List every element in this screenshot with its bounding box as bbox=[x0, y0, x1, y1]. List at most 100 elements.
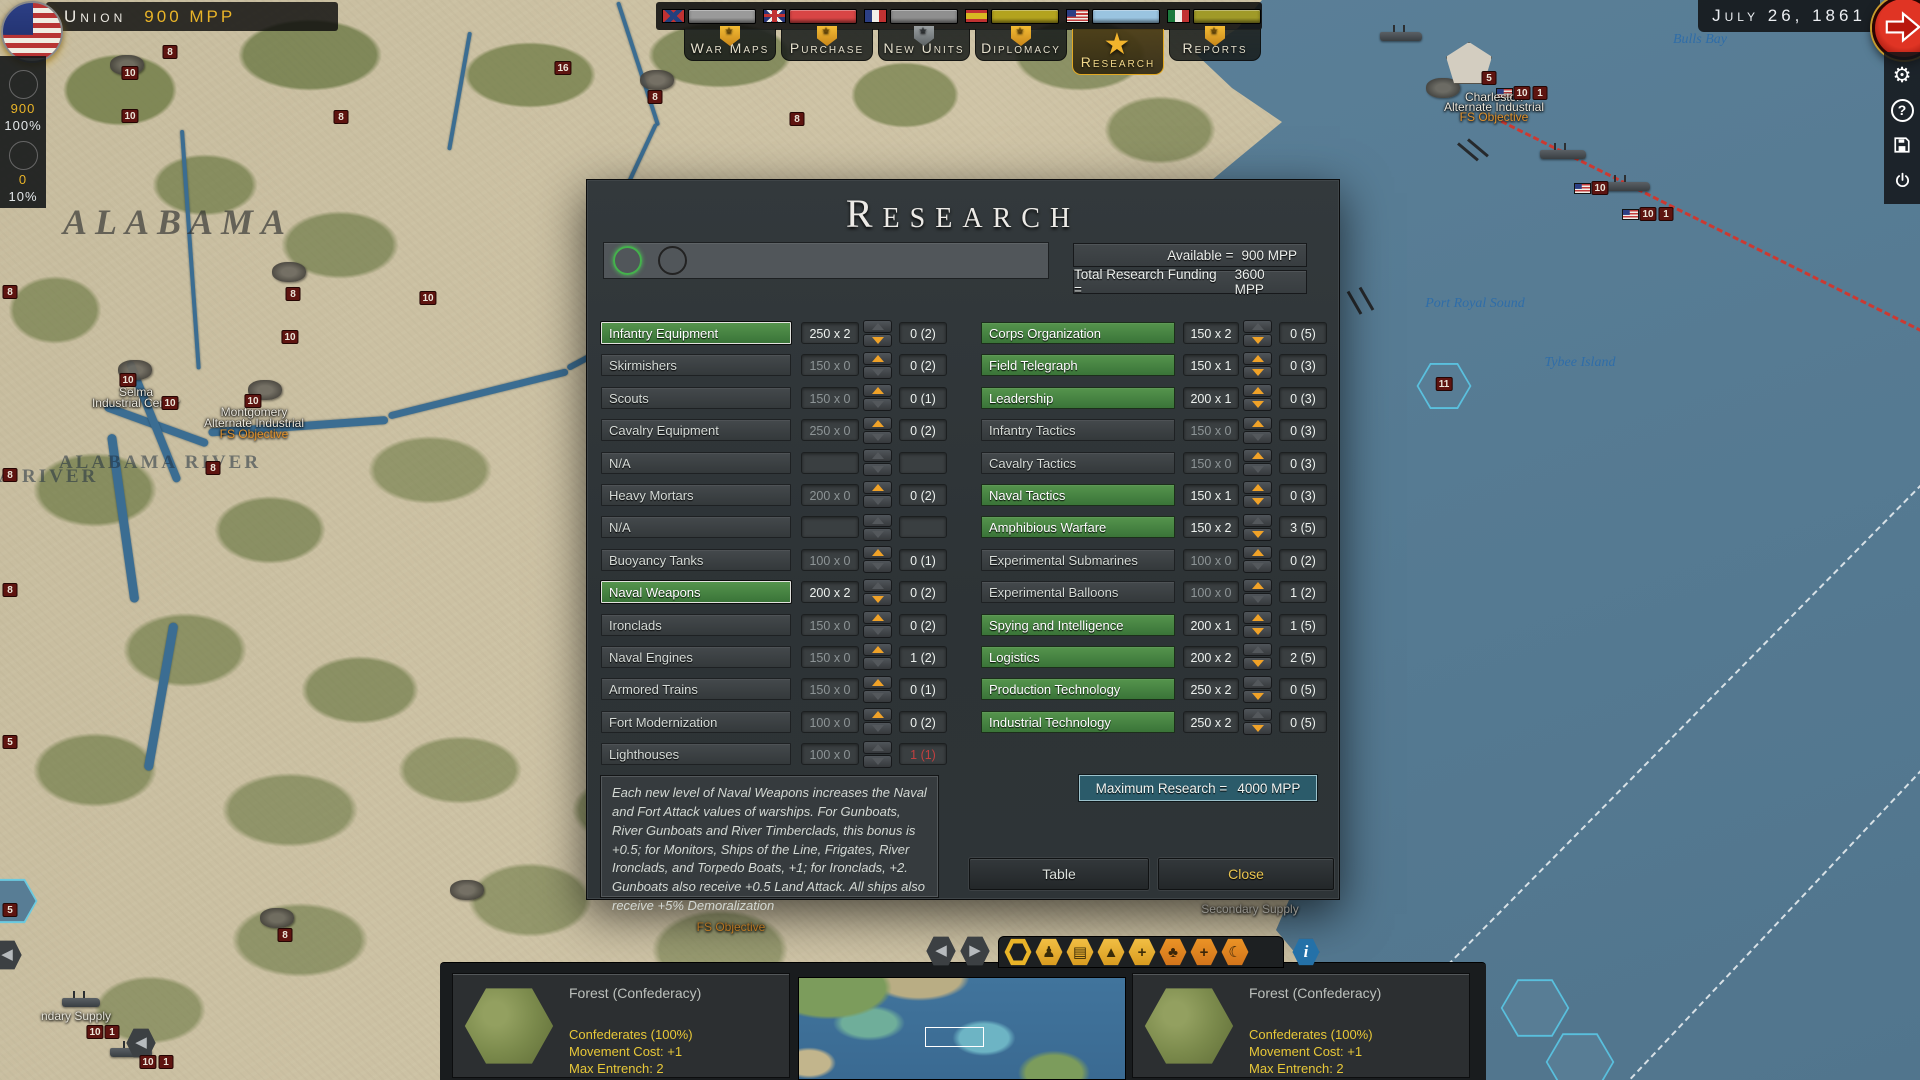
spinner-up-arrow[interactable] bbox=[863, 643, 892, 656]
forest-upgrade-icon[interactable]: ♣ bbox=[1159, 938, 1187, 966]
diplomacy-slot-france[interactable] bbox=[864, 9, 958, 24]
diplomacy-slot-uk[interactable] bbox=[763, 9, 857, 24]
spinner-up-arrow[interactable] bbox=[1243, 579, 1272, 592]
spinner-up-arrow[interactable] bbox=[1243, 352, 1272, 365]
menu-button-reports[interactable]: ★Reports bbox=[1169, 29, 1261, 61]
spinner-up-arrow[interactable] bbox=[1243, 384, 1272, 397]
spinner-up-arrow[interactable] bbox=[863, 579, 892, 592]
tech-label-button[interactable]: Experimental Balloons bbox=[981, 581, 1175, 603]
spinner-down-arrow[interactable] bbox=[863, 528, 892, 541]
spinner-up-arrow[interactable] bbox=[863, 449, 892, 462]
tech-label-button[interactable]: Cavalry Tactics bbox=[981, 452, 1175, 474]
tech-label-button[interactable]: Corps Organization bbox=[981, 322, 1175, 344]
menu-button-new-units[interactable]: ★New Units bbox=[878, 29, 970, 61]
table-button[interactable]: Table bbox=[969, 858, 1149, 890]
spinner-down-arrow[interactable] bbox=[863, 722, 892, 735]
spinner-up-arrow[interactable] bbox=[1243, 643, 1272, 656]
tech-label-button[interactable]: Skirmishers bbox=[601, 354, 791, 376]
mexico-flag-tab[interactable] bbox=[658, 246, 687, 275]
tech-label-button[interactable]: Infantry Equipment bbox=[601, 322, 791, 344]
spinner-up-arrow[interactable] bbox=[863, 676, 892, 689]
spinner-down-arrow[interactable] bbox=[1243, 495, 1272, 508]
spinner-down-arrow[interactable] bbox=[863, 690, 892, 703]
tech-label-button[interactable]: Logistics bbox=[981, 646, 1175, 668]
spinner-down-arrow[interactable] bbox=[1243, 625, 1272, 638]
spinner-down-arrow[interactable] bbox=[863, 755, 892, 768]
usa-flag-tab[interactable] bbox=[613, 246, 642, 275]
spinner-up-arrow[interactable] bbox=[863, 708, 892, 721]
spinner-down-arrow[interactable] bbox=[863, 398, 892, 411]
spinner-down-arrow[interactable] bbox=[1243, 560, 1272, 573]
diplomacy-slot-spain[interactable] bbox=[965, 9, 1059, 24]
tech-label-button[interactable]: Naval Tactics bbox=[981, 484, 1175, 506]
reinforce-icon[interactable]: + bbox=[1128, 938, 1156, 966]
tech-label-button[interactable]: Production Technology bbox=[981, 678, 1175, 700]
elite-reinforce-icon[interactable]: + bbox=[1190, 938, 1218, 966]
spinner-down-arrow[interactable] bbox=[1243, 657, 1272, 670]
spinner-down-arrow[interactable] bbox=[1243, 334, 1272, 347]
spinner-up-arrow[interactable] bbox=[1243, 481, 1272, 494]
upgrade-icon[interactable]: ▲ bbox=[1097, 938, 1125, 966]
tech-label-button[interactable]: Infantry Tactics bbox=[981, 419, 1175, 441]
spinner-up-arrow[interactable] bbox=[863, 481, 892, 494]
hex-select-icon[interactable] bbox=[1004, 938, 1032, 966]
tech-label-button[interactable]: Buoyancy Tanks bbox=[601, 549, 791, 571]
orders-icon[interactable]: ▤ bbox=[1066, 938, 1094, 966]
spinner-down-arrow[interactable] bbox=[863, 625, 892, 638]
tech-label-button[interactable]: Leadership bbox=[981, 387, 1175, 409]
diplomacy-slot-usa[interactable] bbox=[1066, 9, 1160, 24]
spinner-down-arrow[interactable] bbox=[863, 657, 892, 670]
tech-label-button[interactable]: Amphibious Warfare bbox=[981, 516, 1175, 538]
ship-unit[interactable] bbox=[62, 998, 100, 1007]
spinner-down-arrow[interactable] bbox=[863, 495, 892, 508]
spinner-up-arrow[interactable] bbox=[1243, 611, 1272, 624]
diplomacy-slot-mexico[interactable] bbox=[1167, 9, 1261, 24]
faction-flag-icon[interactable] bbox=[1, 1, 63, 63]
spinner-up-arrow[interactable] bbox=[863, 384, 892, 397]
help-icon[interactable]: ? bbox=[1891, 99, 1914, 122]
menu-button-war-maps[interactable]: ★War Maps bbox=[684, 29, 776, 61]
tech-label-button[interactable]: Naval Weapons bbox=[601, 581, 791, 603]
next-unit-button[interactable]: ▶ bbox=[960, 936, 990, 966]
spinner-up-arrow[interactable] bbox=[1243, 449, 1272, 462]
menu-button-diplomacy[interactable]: ★Diplomacy bbox=[975, 29, 1067, 61]
tech-label-button[interactable]: Lighthouses bbox=[601, 743, 791, 765]
spinner-down-arrow[interactable] bbox=[1243, 366, 1272, 379]
spinner-up-arrow[interactable] bbox=[1243, 320, 1272, 333]
spinner-down-arrow[interactable] bbox=[1243, 431, 1272, 444]
tech-label-button[interactable]: Ironclads bbox=[601, 614, 791, 636]
spinner-up-arrow[interactable] bbox=[1243, 417, 1272, 430]
tech-label-button[interactable]: Field Telegraph bbox=[981, 354, 1175, 376]
spinner-down-arrow[interactable] bbox=[1243, 463, 1272, 476]
spinner-up-arrow[interactable] bbox=[863, 514, 892, 527]
menu-button-research[interactable]: ★Research bbox=[1072, 29, 1164, 75]
ship-unit[interactable] bbox=[1380, 32, 1422, 41]
spinner-up-arrow[interactable] bbox=[863, 741, 892, 754]
spinner-up-arrow[interactable] bbox=[863, 546, 892, 559]
tech-label-button[interactable]: Naval Engines bbox=[601, 646, 791, 668]
spinner-up-arrow[interactable] bbox=[863, 320, 892, 333]
spinner-down-arrow[interactable] bbox=[1243, 528, 1272, 541]
save-icon[interactable] bbox=[1890, 133, 1914, 157]
tech-label-button[interactable]: Fort Modernization bbox=[601, 711, 791, 733]
spinner-up-arrow[interactable] bbox=[1243, 514, 1272, 527]
spinner-down-arrow[interactable] bbox=[863, 560, 892, 573]
spinner-down-arrow[interactable] bbox=[863, 366, 892, 379]
tech-label-button[interactable]: Spying and Intelligence bbox=[981, 614, 1175, 636]
settings-icon[interactable]: ⚙ bbox=[1890, 64, 1914, 88]
ship-unit[interactable] bbox=[1540, 150, 1586, 159]
spinner-up-arrow[interactable] bbox=[1243, 676, 1272, 689]
spinner-down-arrow[interactable] bbox=[1243, 690, 1272, 703]
unit-mode-icon[interactable]: ♟ bbox=[1035, 938, 1063, 966]
night-mode-icon[interactable]: ☾ bbox=[1221, 938, 1249, 966]
tech-label-button[interactable]: Scouts bbox=[601, 387, 791, 409]
spinner-down-arrow[interactable] bbox=[1243, 398, 1272, 411]
spinner-down-arrow[interactable] bbox=[863, 334, 892, 347]
tech-label-button[interactable]: Cavalry Equipment bbox=[601, 419, 791, 441]
spinner-up-arrow[interactable] bbox=[863, 352, 892, 365]
tech-label-button[interactable]: Industrial Technology bbox=[981, 711, 1175, 733]
close-button[interactable]: Close bbox=[1158, 858, 1334, 890]
spinner-down-arrow[interactable] bbox=[1243, 722, 1272, 735]
spinner-up-arrow[interactable] bbox=[1243, 708, 1272, 721]
spinner-down-arrow[interactable] bbox=[863, 463, 892, 476]
